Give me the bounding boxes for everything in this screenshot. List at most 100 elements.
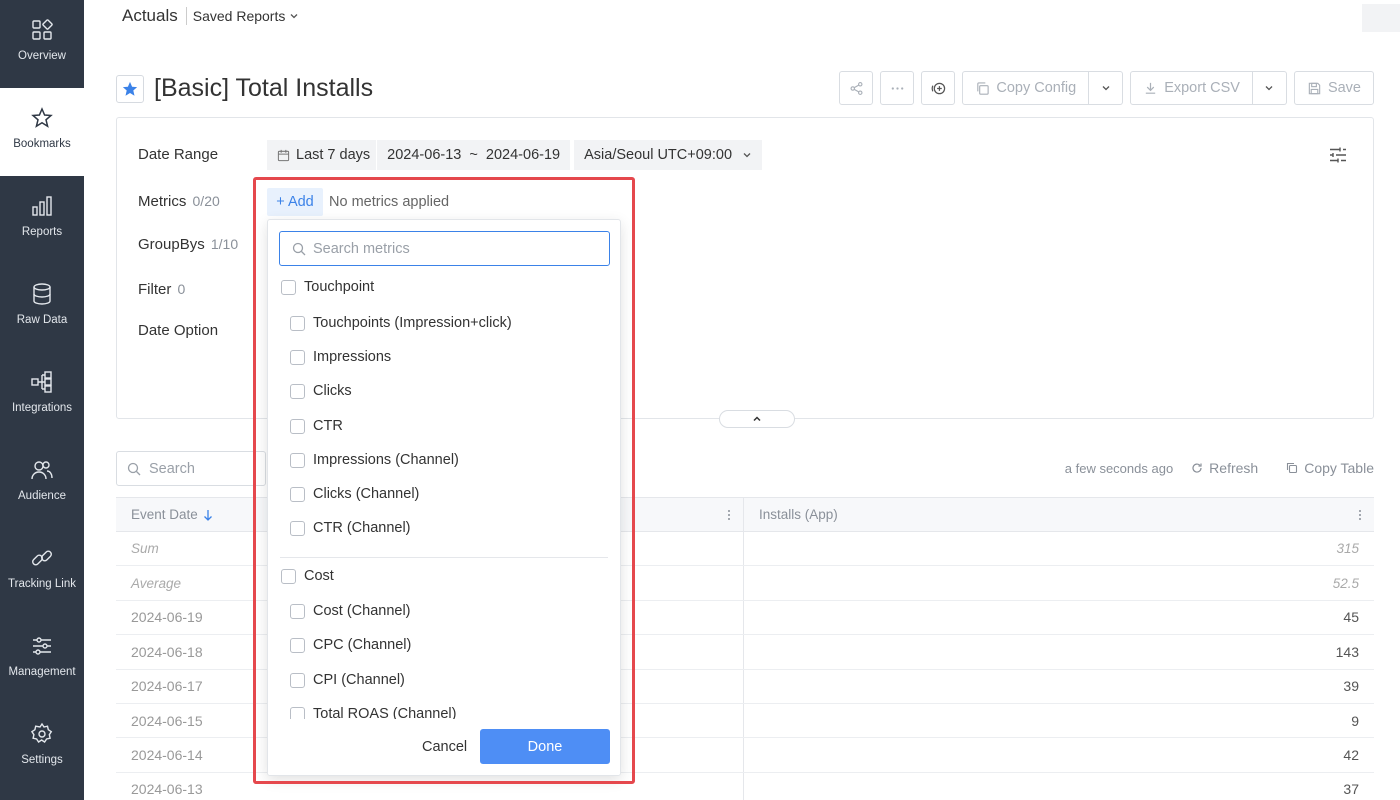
sidebar-item-integrations[interactable]: Integrations <box>0 352 84 440</box>
saved-reports-dropdown[interactable]: Saved Reports <box>193 8 300 24</box>
sidebar-item-tracking-link[interactable]: Tracking Link <box>0 528 84 616</box>
table-row: 2024-06-13 37 <box>116 772 1374 800</box>
chevron-down-icon <box>1265 86 1273 91</box>
sidebar-item-management[interactable]: Management <box>0 616 84 704</box>
column-header-installs[interactable]: Installs (App) <box>744 498 1374 531</box>
checkbox[interactable] <box>290 520 305 536</box>
star-icon <box>31 107 53 128</box>
export-csv-button[interactable]: Export CSV <box>1130 71 1253 105</box>
date-preset-label: Last 7 days <box>296 147 371 163</box>
sidebar-item-label: Reports <box>21 226 63 238</box>
table-cell-date: 2024-06-13 <box>116 772 744 800</box>
add-circle-icon <box>931 82 946 94</box>
filter-count: 0 <box>177 281 186 297</box>
checkbox[interactable] <box>290 383 305 399</box>
chevron-down-icon <box>743 153 751 158</box>
sliders-icon <box>33 637 51 655</box>
checkbox[interactable] <box>290 315 305 331</box>
metrics-dropdown: Touchpoint Touchpoints (Impression+click… <box>267 219 621 776</box>
metric-option[interactable]: Clicks (Channel) <box>290 486 419 502</box>
sidebar-item-overview[interactable]: Overview <box>0 0 84 88</box>
timezone-label: Asia/Seoul UTC+09:00 <box>584 147 733 163</box>
add-metric-button[interactable]: + Add <box>267 188 323 216</box>
column-menu-icon[interactable] <box>727 508 731 522</box>
timezone-select[interactable]: Asia/Seoul UTC+09:00 <box>574 140 763 170</box>
date-span-button[interactable]: 2024-06-13 ~ 2024-06-19 <box>376 140 571 170</box>
checkbox[interactable] <box>281 568 296 584</box>
export-csv-menu-button[interactable] <box>1252 71 1287 105</box>
breadcrumb: Actuals Saved Reports <box>122 6 299 26</box>
metric-option[interactable]: CPI (Channel) <box>290 672 405 688</box>
cancel-button[interactable]: Cancel <box>422 739 467 755</box>
date-range-label: Date Range <box>138 146 219 163</box>
chevron-down-icon <box>290 14 298 19</box>
copy-config-label: Copy Config <box>996 80 1077 96</box>
date-preset-button[interactable]: Last 7 days <box>267 140 377 170</box>
export-csv-split: Export CSV <box>1130 71 1287 105</box>
save-icon <box>1308 82 1321 94</box>
metric-group-touchpoint[interactable]: Touchpoint <box>281 279 374 295</box>
integrations-icon <box>31 371 52 393</box>
sidebar-item-bookmarks[interactable]: Bookmarks <box>0 88 84 176</box>
tune-icon[interactable] <box>1329 146 1347 164</box>
table-search-input[interactable]: Search <box>116 451 266 486</box>
metric-option[interactable]: CTR <box>290 418 343 434</box>
more-button[interactable] <box>880 71 915 105</box>
add-view-button[interactable] <box>921 71 956 105</box>
metric-option[interactable]: Impressions (Channel) <box>290 452 459 468</box>
bookmark-star-button[interactable] <box>116 74 144 103</box>
done-button[interactable]: Done <box>480 729 610 764</box>
collapse-panel-button[interactable] <box>719 410 795 428</box>
checkbox[interactable] <box>290 672 305 688</box>
column-header-label: Event Date <box>131 507 198 522</box>
checkbox[interactable] <box>290 452 305 468</box>
sidebar-item-label: Management <box>8 666 76 678</box>
sidebar-item-audience[interactable]: Audience <box>0 440 84 528</box>
copy-config-menu-button[interactable] <box>1089 71 1124 105</box>
checkbox[interactable] <box>281 279 296 295</box>
metric-option[interactable]: CPC (Channel) <box>290 637 411 653</box>
table-cell-value: 315 <box>1336 541 1359 557</box>
metric-option[interactable]: Touchpoints (Impression+click) <box>290 315 512 331</box>
chevron-up-icon <box>753 416 761 422</box>
metric-option[interactable]: Impressions <box>290 349 391 365</box>
checkbox[interactable] <box>290 349 305 365</box>
column-header-label: Installs (App) <box>759 507 838 522</box>
sidebar-item-label: Settings <box>21 754 63 766</box>
copy-config-button[interactable]: Copy Config <box>962 71 1090 105</box>
groupbys-label: GroupBys 1/10 <box>138 236 239 253</box>
sidebar-item-reports[interactable]: Reports <box>0 176 84 264</box>
breadcrumb-root[interactable]: Actuals <box>122 6 178 26</box>
copy-table-button[interactable]: Copy Table <box>1286 460 1374 476</box>
metric-option[interactable]: Cost (Channel) <box>290 603 411 619</box>
column-menu-icon[interactable] <box>1358 508 1362 522</box>
table-cell-value: 37 <box>1343 781 1359 798</box>
sidebar-item-raw-data[interactable]: Raw Data <box>0 264 84 352</box>
checkbox[interactable] <box>290 603 305 619</box>
star-icon <box>122 81 138 96</box>
metric-option[interactable]: Clicks <box>290 383 352 399</box>
save-label: Save <box>1327 80 1361 96</box>
table-cell-value: 9 <box>1351 712 1359 729</box>
checkbox[interactable] <box>290 486 305 502</box>
database-icon <box>33 283 51 305</box>
save-button[interactable]: Save <box>1293 71 1374 105</box>
share-button[interactable] <box>839 71 874 105</box>
audience-icon <box>31 461 53 480</box>
link-icon <box>32 550 52 566</box>
metrics-search-field[interactable] <box>279 231 610 266</box>
filter-label: Filter 0 <box>138 281 186 298</box>
refresh-button[interactable]: Refresh <box>1191 460 1258 476</box>
table-cell-value: 45 <box>1343 609 1359 626</box>
checkbox[interactable] <box>290 637 305 653</box>
more-icon <box>891 86 904 90</box>
metric-option[interactable]: CTR (Channel) <box>290 520 411 536</box>
metric-group-cost[interactable]: Cost <box>281 568 334 584</box>
checkbox[interactable] <box>290 418 305 434</box>
chevron-down-icon <box>1102 86 1110 91</box>
title-row: [Basic] Total Installs <box>116 74 373 103</box>
metrics-search-input[interactable] <box>313 240 593 257</box>
sidebar-item-settings[interactable]: Settings <box>0 704 84 792</box>
metrics-option-list[interactable]: Touchpoint Touchpoints (Impression+click… <box>268 272 620 722</box>
report-toolbar: Copy Config Export CSV Save <box>832 71 1374 105</box>
